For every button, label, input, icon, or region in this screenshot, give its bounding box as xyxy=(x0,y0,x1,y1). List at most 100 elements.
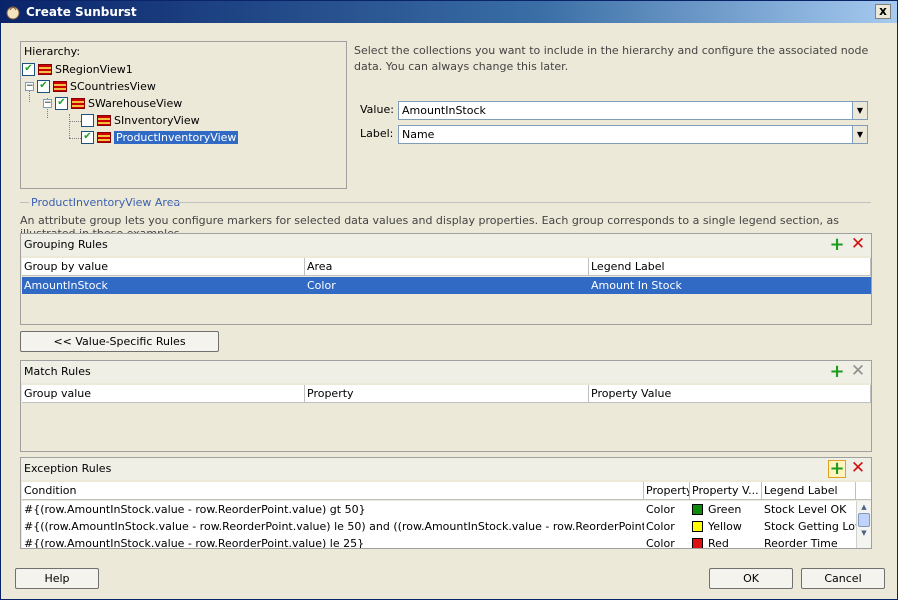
condition-cell: #{((row.AmountInStock.value - row.Reorde… xyxy=(24,520,644,533)
table-row[interactable]: AmountInStock Color Amount In Stock xyxy=(22,277,871,294)
tree-node-label: SWarehouseView xyxy=(88,96,183,110)
column-header[interactable]: Property xyxy=(305,385,589,403)
tree-connector xyxy=(69,121,81,122)
column-header[interactable]: Property Value xyxy=(589,385,871,403)
table-header: Condition Property Property V... Legend … xyxy=(22,482,871,500)
help-button[interactable]: Help xyxy=(15,568,99,589)
app-icon xyxy=(6,6,20,20)
column-header[interactable]: Legend Label xyxy=(762,482,856,500)
table-row[interactable]: #{((row.AmountInStock.value - row.Reorde… xyxy=(22,518,856,535)
view-object-icon xyxy=(38,63,52,75)
grouping-rules-title: Grouping Rules xyxy=(24,238,108,251)
table-row[interactable]: #{(row.AmountInStock.value - row.Reorder… xyxy=(22,501,856,518)
add-icon[interactable]: + xyxy=(828,460,846,478)
separator xyxy=(171,202,871,203)
table-cell: Color xyxy=(307,279,336,292)
add-icon[interactable]: + xyxy=(829,363,845,381)
value-label: Value: xyxy=(360,103,394,116)
legend-cell: Reorder Time xyxy=(764,537,838,548)
column-header[interactable]: Property V... xyxy=(690,482,762,500)
table-header: Group value Property Property Value xyxy=(22,385,871,403)
checkbox-sinventoryview[interactable] xyxy=(81,113,94,127)
property-value-cell: Green xyxy=(690,501,762,518)
title-bar: Create Sunburst x xyxy=(1,1,897,23)
checkbox-productinventoryview[interactable]: ✔ xyxy=(81,130,94,144)
tree-node-swarehouseview[interactable]: − ✔ SWarehouseView xyxy=(43,95,182,111)
grouping-rules-panel: Grouping Rules + ✕ Group by value Area L… xyxy=(20,233,872,325)
table-row[interactable]: #{(row.AmountInStock.value - row.Reorder… xyxy=(22,535,856,548)
table-header: Group by value Area Legend Label xyxy=(22,258,871,276)
tree-node-label: SCountriesView xyxy=(70,79,156,93)
property-value-cell: Red xyxy=(690,535,762,548)
tree-node-sregionview1[interactable]: ✔ SRegionView1 xyxy=(22,61,133,77)
cancel-button[interactable]: Cancel xyxy=(801,568,885,589)
value-combo[interactable]: AmountInStock ▼ xyxy=(398,101,868,120)
chevron-down-icon[interactable]: ▼ xyxy=(852,126,867,143)
tree-node-sinventoryview[interactable]: SInventoryView xyxy=(81,112,200,128)
table-cell: AmountInStock xyxy=(24,279,108,292)
value-combo-text: AmountInStock xyxy=(402,104,486,117)
property-value-text: Red xyxy=(708,537,729,548)
hierarchy-description: Select the collections you want to inclu… xyxy=(354,44,869,73)
tree-node-label: SRegionView1 xyxy=(55,62,133,76)
legend-cell: Stock Level OK xyxy=(764,503,847,516)
view-object-icon xyxy=(53,80,67,92)
area-section-title: ProductInventoryView Area xyxy=(31,196,181,209)
match-rules-title: Match Rules xyxy=(24,365,91,378)
delete-icon[interactable]: ✕ xyxy=(850,236,866,253)
tree-node-productinventoryview[interactable]: ✔ ProductInventoryView xyxy=(81,129,239,145)
exception-rules-panel: Exception Rules + ✕ Condition Property P… xyxy=(20,457,872,549)
tree-node-label: SInventoryView xyxy=(114,113,200,127)
delete-icon[interactable]: ✕ xyxy=(850,460,866,477)
column-header[interactable]: Group by value xyxy=(22,258,305,276)
vertical-scrollbar[interactable]: ▲ ▼ xyxy=(856,501,871,548)
property-cell: Color xyxy=(646,537,675,548)
collapse-icon[interactable]: − xyxy=(43,98,52,108)
column-header[interactable]: Property xyxy=(644,482,690,500)
grouping-rules-header: Grouping Rules + ✕ xyxy=(21,234,871,256)
match-rules-table: Group value Property Property Value xyxy=(22,385,871,451)
tree-connector xyxy=(69,138,81,139)
view-object-icon xyxy=(71,97,85,109)
color-swatch xyxy=(692,504,703,515)
condition-cell: #{(row.AmountInStock.value - row.Reorder… xyxy=(24,503,366,516)
property-value-text: Yellow xyxy=(708,520,742,533)
separator xyxy=(20,202,29,203)
value-specific-rules-button[interactable]: << Value-Specific Rules xyxy=(20,331,219,352)
tree-connector xyxy=(69,114,70,138)
tree-node-scountriesview[interactable]: − ✔ SCountriesView xyxy=(25,78,156,94)
match-rules-panel: Match Rules + ✕ Group value Property Pro… xyxy=(20,360,872,452)
property-cell: Color xyxy=(646,503,675,516)
create-sunburst-dialog: Create Sunburst x Hierarchy: ✔ SRegionVi… xyxy=(0,0,898,600)
collapse-icon[interactable]: − xyxy=(25,81,34,91)
label-combo[interactable]: Name ▼ xyxy=(398,125,868,144)
color-swatch xyxy=(692,521,703,532)
add-icon[interactable]: + xyxy=(829,236,845,254)
exception-rules-title: Exception Rules xyxy=(24,462,112,475)
column-header[interactable]: Legend Label xyxy=(589,258,871,276)
scroll-up-icon[interactable]: ▲ xyxy=(857,501,871,513)
color-swatch xyxy=(692,538,703,548)
legend-cell: Stock Getting Low xyxy=(764,520,856,533)
label-combo-text: Name xyxy=(402,128,435,141)
table-cell: Amount In Stock xyxy=(591,279,682,292)
column-header[interactable]: Area xyxy=(305,258,589,276)
hierarchy-panel: Hierarchy: ✔ SRegionView1 − ✔ SCountries… xyxy=(20,41,347,189)
chevron-down-icon[interactable]: ▼ xyxy=(852,102,867,119)
scroll-down-icon[interactable]: ▼ xyxy=(857,527,871,539)
close-icon[interactable]: x xyxy=(875,4,891,19)
hierarchy-label: Hierarchy: xyxy=(24,45,81,58)
ok-button[interactable]: OK xyxy=(709,568,793,589)
exception-rules-table: Condition Property Property V... Legend … xyxy=(22,482,871,548)
tree-node-label: ProductInventoryView xyxy=(114,130,239,144)
dialog-title: Create Sunburst xyxy=(26,5,137,19)
column-header[interactable]: Condition xyxy=(22,482,644,500)
delete-icon: ✕ xyxy=(850,361,866,381)
column-header[interactable]: Group value xyxy=(22,385,305,403)
exception-rules-header: Exception Rules + ✕ xyxy=(21,458,871,480)
checkbox-swarehouseview[interactable]: ✔ xyxy=(55,96,68,110)
checkbox-scountriesview[interactable]: ✔ xyxy=(37,79,50,93)
view-object-icon xyxy=(97,131,111,143)
checkbox-sregionview1[interactable]: ✔ xyxy=(22,62,35,76)
scroll-thumb[interactable] xyxy=(858,513,870,527)
